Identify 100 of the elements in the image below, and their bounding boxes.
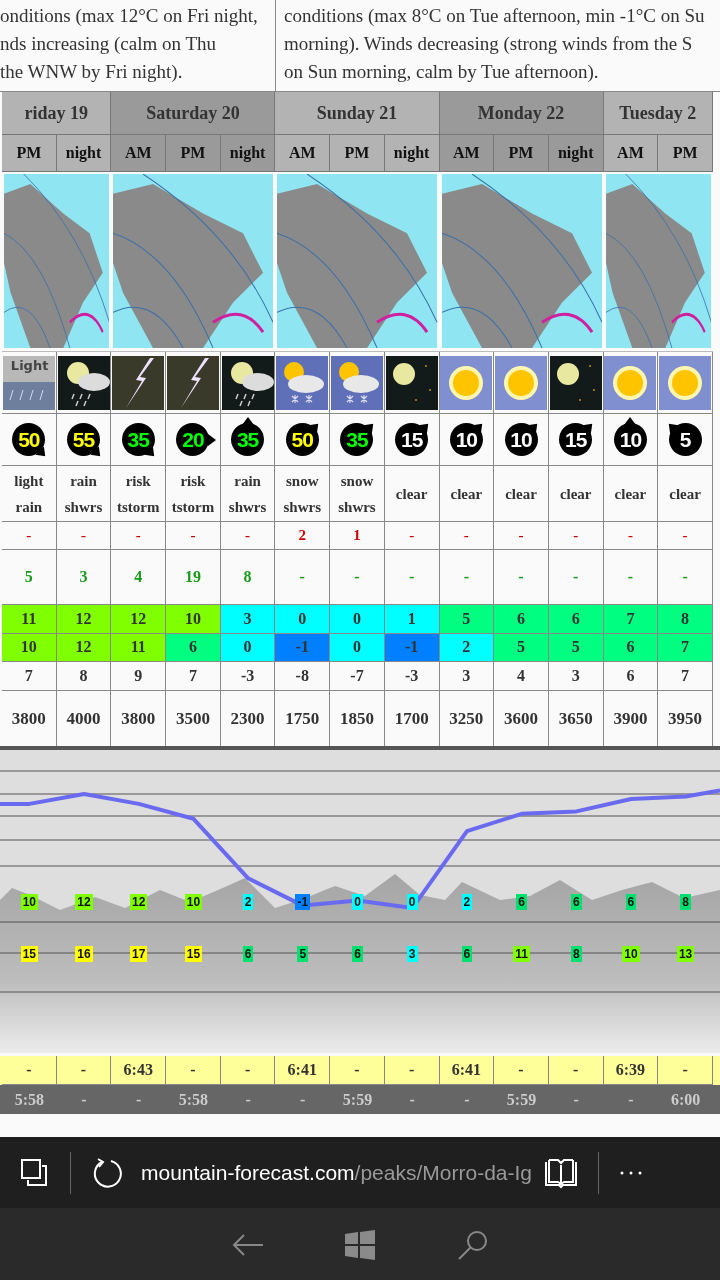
chart-wind-label: 10 (622, 946, 640, 962)
min-temperature: 10 (2, 633, 57, 662)
chart-temperature-label: 6 (516, 894, 527, 910)
wind-chill: 3 (548, 662, 604, 691)
tabs-icon[interactable] (20, 1157, 50, 1188)
chart-wind-label: 16 (75, 946, 93, 962)
sunset-time: - (463, 1089, 471, 1110)
wind-speed: 10 (510, 428, 532, 451)
max-temperature: 5 (439, 605, 495, 634)
wind-speed: 55 (72, 428, 95, 451)
forecast-summary-text: onditions (max 12°C on Fri night, (0, 4, 259, 28)
chart-temperature-label: 6 (570, 894, 582, 910)
forecast-summary-text: nds increasing (calm on Thu (0, 32, 217, 56)
period-header: PM (494, 135, 549, 172)
start-logo-icon[interactable] (345, 1229, 375, 1260)
weather-summary: clear (505, 484, 537, 504)
day-header: Saturday 20 (111, 92, 276, 135)
freezing-level: 1850 (330, 691, 385, 746)
sunset-time: 5:58 (177, 1089, 210, 1110)
chart-wind-label: 6 (242, 946, 254, 962)
icon-caption: Light (10, 357, 49, 373)
back-arrow-icon[interactable] (231, 1232, 264, 1257)
wind-chill: 3 (439, 662, 495, 691)
wind-chill: 4 (494, 662, 549, 691)
freezing-level: 2300 (220, 691, 276, 746)
wind-speed: 5 (679, 428, 691, 451)
period-header: PM (2, 135, 57, 172)
forecast-summary-text: conditions (max 8°C on Tue afternoon, min -1°C on Su (284, 4, 706, 28)
wind-chill: 7 (2, 662, 57, 691)
max-temperature: 11 (2, 605, 57, 634)
min-temperature: 7 (658, 633, 713, 662)
wind-speed: 35 (127, 428, 149, 451)
sunset-time: - (572, 1089, 580, 1110)
weather-summary: clear (395, 484, 428, 504)
freezing-level: 1750 (275, 691, 331, 746)
max-temperature: 12 (111, 605, 167, 634)
weather-summary: clear (450, 484, 483, 504)
weather-summary: clear (669, 484, 701, 504)
period-header: AM (439, 135, 495, 172)
sunset-time: - (408, 1089, 416, 1110)
wind-speed: 15 (400, 428, 423, 451)
min-temperature: 5 (494, 633, 549, 662)
period-header: AM (603, 135, 659, 172)
day-header: Tuesday 2 (603, 92, 713, 135)
weather-summary: snow shwrs (337, 471, 377, 517)
sunset-time: - (627, 1089, 635, 1110)
chart-temperature-label: 12 (75, 894, 93, 910)
min-temperature: 11 (111, 633, 167, 662)
book-icon[interactable] (544, 1156, 578, 1189)
wind-speed: 50 (291, 428, 313, 451)
chart-temperature-label: -1 (295, 894, 311, 910)
chart-temperature-label: 2 (461, 894, 473, 910)
max-temperature: 0 (330, 605, 385, 634)
max-temperature: 10 (166, 605, 221, 634)
max-temperature: 3 (220, 605, 276, 634)
freezing-level: 3600 (494, 691, 549, 746)
max-temperature: 0 (275, 605, 331, 634)
weather-summary: rain shwrs (227, 471, 268, 517)
chart-wind-label: 6 (352, 946, 363, 962)
freezing-level: 4000 (56, 691, 112, 746)
day-header: Monday 22 (439, 92, 604, 135)
snow-amount: - (439, 522, 495, 550)
sunset-time: 6:00 (669, 1089, 702, 1110)
snow-amount: - (384, 522, 440, 550)
period-header: PM (166, 135, 221, 172)
chart-temperature-label: 0 (406, 894, 418, 910)
weather-summary: rain shwrs (63, 471, 104, 517)
chart-temperature-label: 0 (352, 894, 363, 910)
snow-amount: - (658, 522, 713, 550)
wind-chill: -7 (330, 662, 385, 691)
address-field[interactable]: mountain-forecast.com/peaks/Morro-da-Ig (141, 1160, 532, 1185)
min-temperature: 0 (330, 633, 385, 662)
chart-temperature-label: 2 (242, 894, 254, 910)
refresh-icon[interactable] (91, 1156, 123, 1189)
more-icon[interactable] (619, 1169, 643, 1176)
period-header: AM (275, 135, 331, 172)
period-header: night (548, 135, 604, 172)
wind-chill: 7 (658, 662, 713, 691)
wind-chill: 7 (166, 662, 221, 691)
snow-amount: - (111, 522, 167, 550)
forecast-summary-text: the WNW by Fri night). (0, 60, 184, 84)
freezing-level: 3950 (658, 691, 713, 746)
forecast-summary-text: on Sun morning, calm by Tue afternoon). (284, 60, 600, 84)
weather-summary: risk tstorm (115, 471, 161, 517)
chart-wind-label: 11 (513, 946, 530, 962)
sunset-time: - (244, 1089, 252, 1110)
wind-chill: -8 (275, 662, 331, 691)
min-temperature: 6 (166, 633, 221, 662)
wind-speed: 15 (565, 428, 587, 451)
max-temperature: 7 (603, 605, 659, 634)
period-header: night (56, 135, 112, 172)
max-temperature: 6 (494, 605, 549, 634)
search-icon[interactable] (456, 1228, 489, 1261)
wind-chill: -3 (384, 662, 440, 691)
wind-speed: 20 (182, 428, 204, 451)
weather-summary: risk tstorm (170, 471, 216, 517)
sunset-time: - (135, 1089, 143, 1110)
snow-amount: - (494, 522, 549, 550)
wind-speed: 35 (236, 428, 259, 451)
max-temperature: 6 (548, 605, 604, 634)
